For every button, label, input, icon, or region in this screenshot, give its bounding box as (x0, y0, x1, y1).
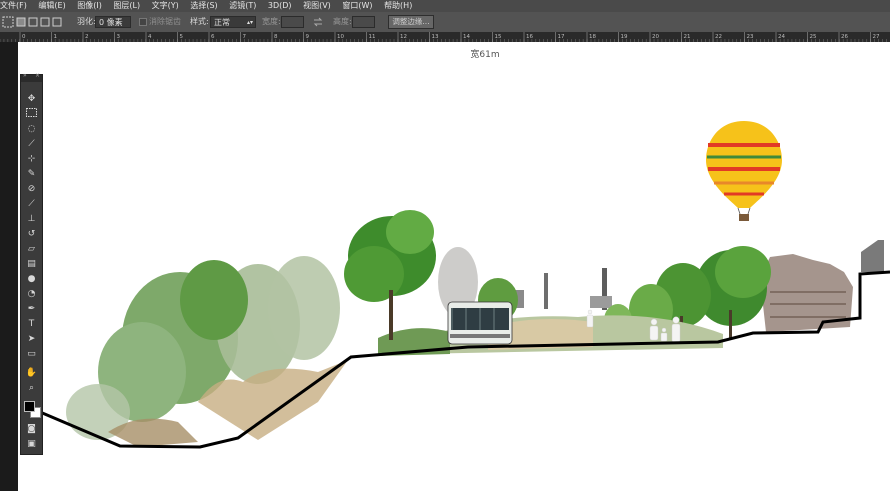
ruler-label: 0 (22, 34, 26, 40)
style-select-value: 正常 (214, 18, 230, 27)
brush-tool-icon[interactable]: ⟋ (24, 198, 39, 211)
trees-left (66, 256, 348, 447)
industrial-building (760, 240, 884, 332)
zoom-tool-icon[interactable]: ⌕ (24, 382, 39, 395)
ruler-label: 7 (243, 34, 247, 40)
antialias-label: 消除锯齿 (149, 17, 181, 26)
quick-mask-icon[interactable]: ◙ (24, 423, 39, 436)
ruler-label: 10 (337, 34, 344, 40)
menu-bar: 文件(F) 编辑(E) 图像(I) 图层(L) 文字(Y) 选择(S) 滤镜(T… (0, 0, 890, 12)
move-tool-icon[interactable]: ✥ (24, 93, 39, 106)
foreground-color-swatch[interactable] (24, 401, 35, 412)
factory-chimneys (514, 268, 612, 310)
ruler-label: 15 (495, 34, 502, 40)
rectangle-tool-icon[interactable]: ▭ (24, 348, 39, 361)
ruler-label: 21 (684, 34, 691, 40)
ruler-label: 22 (715, 34, 722, 40)
marquee-preset-icon[interactable] (2, 16, 14, 28)
height-input[interactable] (352, 16, 375, 28)
style-select[interactable]: 正常 ▴▾ (210, 16, 256, 28)
ruler-ticks (0, 32, 887, 42)
ruler-label: 25 (810, 34, 817, 40)
ruler-label: 17 (558, 34, 565, 40)
eraser-tool-icon[interactable]: ▱ (24, 243, 39, 256)
gradient-tool-icon[interactable]: ▤ (24, 258, 39, 271)
ruler-label: 3 (117, 34, 121, 40)
width-label: 宽度: (262, 17, 281, 26)
ruler-label: 24 (778, 34, 785, 40)
ruler-label: 13 (432, 34, 439, 40)
menu-3d[interactable]: 3D(D) (268, 0, 292, 12)
crop-tool-icon[interactable]: ⊹ (24, 153, 39, 166)
lasso-tool-icon[interactable]: ◌ (24, 123, 39, 136)
menu-image[interactable]: 图像(I) (77, 0, 102, 12)
dodge-tool-icon[interactable]: ◔ (24, 288, 39, 301)
ruler-label: 27 (873, 34, 880, 40)
ruler-label: 1 (54, 34, 58, 40)
eyedropper-tool-icon[interactable]: ✎ (24, 168, 39, 181)
horizontal-ruler: 0 1 2 3 4 5 6 7 8 9 10 11 12 13 14 15 16 17 18 19 20 21 22 23 24… (0, 32, 890, 42)
tools-panel-header[interactable]: » × (21, 72, 42, 82)
menu-view[interactable]: 视图(V) (303, 0, 331, 12)
menu-file[interactable]: 文件(F) (0, 0, 27, 12)
feather-input[interactable]: 0 像素 (95, 16, 131, 28)
document-canvas[interactable]: 宽61m (18, 42, 890, 491)
feather-label: 羽化: (77, 17, 96, 26)
ruler-label: 18 (589, 34, 596, 40)
tools-panel: » × ✥ ◌ ⟋ ⊹ ✎ ⊘ ⟋ ⊥ ↺ ▱ ▤ ● ◔ ✒ T ➤ ▭ ✋ … (20, 72, 43, 455)
hand-tool-icon[interactable]: ✋ (24, 367, 39, 380)
tram (447, 301, 513, 345)
ruler-label: 2 (85, 34, 89, 40)
selection-mode-icons[interactable] (16, 17, 62, 27)
blur-tool-icon[interactable]: ● (24, 273, 39, 286)
type-tool-icon[interactable]: T (24, 318, 39, 331)
chevron-down-icon: ▴▾ (246, 19, 253, 26)
height-label: 高度: (333, 17, 352, 26)
swap-icon[interactable] (313, 17, 323, 27)
quick-selection-tool-icon[interactable]: ⟋ (24, 138, 39, 151)
menu-edit[interactable]: 编辑(E) (38, 0, 65, 12)
history-brush-tool-icon[interactable]: ↺ (24, 228, 39, 241)
style-label: 样式: (190, 17, 209, 26)
hot-air-balloon (706, 121, 782, 221)
width-input[interactable] (281, 16, 304, 28)
menu-window[interactable]: 窗口(W) (342, 0, 372, 12)
ruler-label: 14 (463, 34, 470, 40)
marquee-tool-icon[interactable] (24, 108, 39, 121)
central-tree (344, 210, 436, 340)
landscape-section-artwork: 宽61m (39, 48, 890, 449)
ruler-label: 9 (306, 34, 310, 40)
menu-help[interactable]: 帮助(H) (384, 0, 412, 12)
clone-stamp-tool-icon[interactable]: ⊥ (24, 213, 39, 226)
ruler-label: 11 (369, 34, 376, 40)
ruler-label: 26 (841, 34, 848, 40)
ruler-label: 8 (274, 34, 278, 40)
options-bar: 羽化: 0 像素 消除锯齿 样式: 正常 ▴▾ 宽度: 高度: 调整边缘... (0, 12, 890, 32)
collapse-icon[interactable]: » (23, 72, 27, 79)
ruler-label: 16 (526, 34, 533, 40)
screen-mode-icon[interactable]: ▣ (24, 438, 39, 451)
menu-filter[interactable]: 滤镜(T) (229, 0, 256, 12)
ruler-label: 23 (747, 34, 754, 40)
menu-type[interactable]: 文字(Y) (152, 0, 179, 12)
ruler-label: 19 (621, 34, 628, 40)
ruler-labels: 0 1 2 3 4 5 6 7 8 9 10 11 12 13 14 15 16 17 18 19 20 21 22 23 24… (22, 34, 880, 40)
healing-brush-tool-icon[interactable]: ⊘ (24, 183, 39, 196)
ruler-label: 20 (652, 34, 659, 40)
menu-select[interactable]: 选择(S) (190, 0, 217, 12)
ruler-label: 5 (180, 34, 184, 40)
dimension-label: 宽61m (470, 48, 499, 60)
ruler-label: 4 (148, 34, 152, 40)
path-selection-tool-icon[interactable]: ➤ (24, 333, 39, 346)
close-icon[interactable]: × (35, 72, 40, 79)
ruler-label: 6 (211, 34, 215, 40)
menu-layer[interactable]: 图层(L) (113, 0, 140, 12)
antialias-checkbox[interactable] (139, 18, 147, 26)
ruler-label: 12 (400, 34, 407, 40)
color-swatches[interactable] (24, 401, 41, 418)
pen-tool-icon[interactable]: ✒ (24, 303, 39, 316)
refine-edge-button[interactable]: 调整边缘... (388, 15, 434, 29)
